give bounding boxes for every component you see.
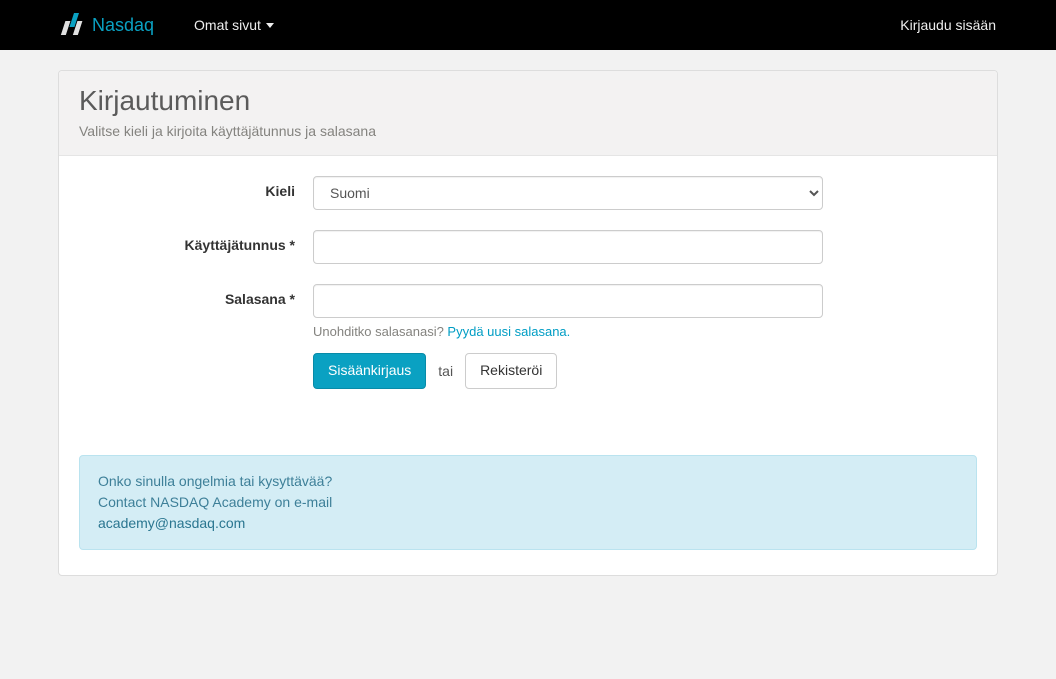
password-input[interactable] xyxy=(313,284,823,318)
row-language: Kieli Suomi xyxy=(79,176,977,210)
nav-login-link[interactable]: Kirjaudu sisään xyxy=(900,17,996,33)
row-username: Käyttäjätunnus * xyxy=(79,230,977,264)
label-username: Käyttäjätunnus * xyxy=(79,230,313,253)
nav-dropdown-my-pages[interactable]: Omat sivut xyxy=(194,17,274,33)
page-subtitle: Valitse kieli ja kirjoita käyttäjätunnus… xyxy=(79,123,977,139)
username-input[interactable] xyxy=(313,230,823,264)
or-text: tai xyxy=(438,363,453,379)
nasdaq-logo-icon xyxy=(60,13,86,38)
brand[interactable]: Nasdaq xyxy=(60,13,154,38)
label-language: Kieli xyxy=(79,176,313,199)
caret-down-icon xyxy=(266,23,274,28)
brand-text: Nasdaq xyxy=(92,15,154,36)
button-row: Sisäänkirjaus tai Rekisteröi xyxy=(313,353,823,389)
forgot-prefix: Unohditko salasanasi? xyxy=(313,324,447,339)
login-button[interactable]: Sisäänkirjaus xyxy=(313,353,426,389)
forgot-password-text: Unohditko salasanasi? Pyydä uusi salasan… xyxy=(313,324,823,339)
page-title: Kirjautuminen xyxy=(79,85,977,117)
panel-body: Kieli Suomi Käyttäjätunnus * Salasana * … xyxy=(59,156,997,425)
label-password: Salasana * xyxy=(79,284,313,307)
nav-dropdown-label: Omat sivut xyxy=(194,17,261,33)
row-password: Salasana * Unohditko salasanasi? Pyydä u… xyxy=(79,284,977,389)
alert-email-link[interactable]: academy@nasdaq.com xyxy=(98,515,245,531)
language-select[interactable]: Suomi xyxy=(313,176,823,210)
forgot-password-link[interactable]: Pyydä uusi salasana. xyxy=(447,324,570,339)
alert-line-2: Contact NASDAQ Academy on e-mail xyxy=(98,492,958,513)
login-panel: Kirjautuminen Valitse kieli ja kirjoita … xyxy=(58,70,998,576)
register-button[interactable]: Rekisteröi xyxy=(465,353,557,389)
panel-header: Kirjautuminen Valitse kieli ja kirjoita … xyxy=(59,71,997,156)
alert-line-1: Onko sinulla ongelmia tai kysyttävää? xyxy=(98,471,958,492)
navbar: Nasdaq Omat sivut Kirjaudu sisään xyxy=(0,0,1056,50)
info-alert: Onko sinulla ongelmia tai kysyttävää? Co… xyxy=(79,455,977,550)
